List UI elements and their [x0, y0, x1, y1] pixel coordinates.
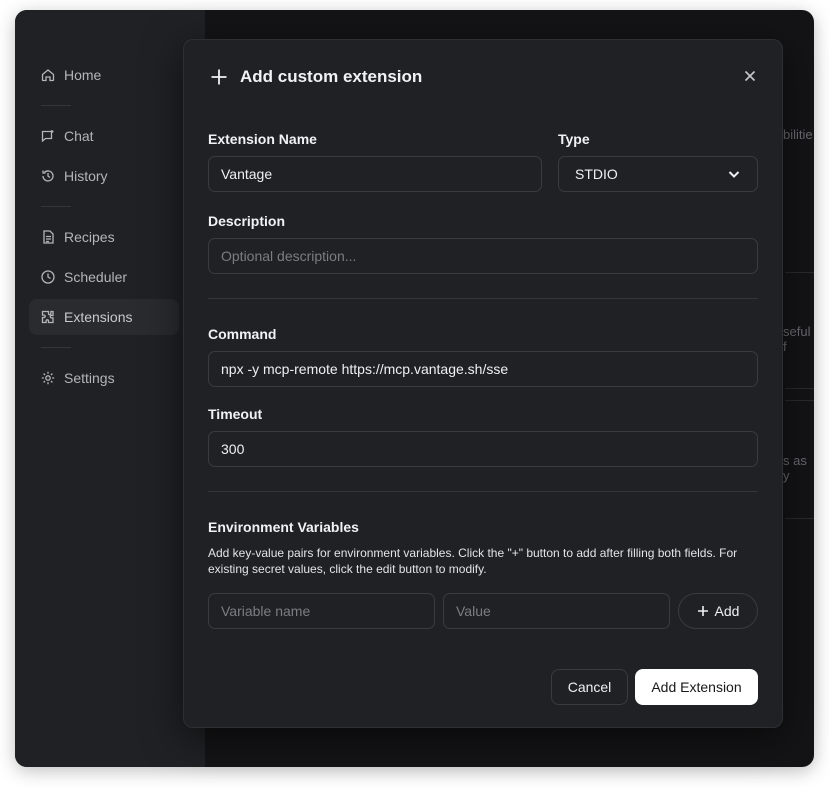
sidebar-item-scheduler[interactable]: Scheduler	[29, 259, 179, 295]
type-select-value: STDIO	[575, 166, 618, 182]
background-divider	[785, 400, 814, 401]
nav-divider	[41, 105, 71, 106]
cancel-button[interactable]: Cancel	[551, 669, 628, 705]
background-divider	[785, 388, 814, 389]
dialog-header: Add custom extension	[210, 67, 422, 87]
sidebar-item-home[interactable]: Home	[29, 57, 179, 93]
sidebar-item-settings[interactable]: Settings	[29, 360, 179, 396]
type-select[interactable]: STDIO	[558, 156, 758, 192]
dialog-title: Add custom extension	[240, 67, 423, 86]
sidebar-item-history[interactable]: History	[29, 158, 179, 194]
plus-icon	[697, 606, 708, 616]
nav-divider	[41, 206, 71, 207]
puzzle-icon	[41, 310, 54, 324]
gear-icon	[41, 371, 55, 385]
sidebar-item-label: History	[64, 168, 108, 184]
type-label: Type	[558, 131, 590, 147]
background-divider	[785, 518, 814, 519]
sidebar-item-extensions[interactable]: Extensions	[29, 299, 179, 335]
command-input[interactable]	[208, 351, 758, 387]
sidebar-item-label: Settings	[64, 370, 115, 386]
command-label: Command	[208, 326, 277, 342]
sidebar-item-label: Chat	[64, 128, 94, 144]
home-icon	[41, 69, 55, 82]
chevron-down-icon	[728, 171, 740, 178]
background-text: seful f	[783, 324, 811, 354]
env-vars-help-text: Add key-value pairs for environment vari…	[208, 546, 738, 576]
background-text: bilitie	[783, 127, 813, 142]
description-input[interactable]	[208, 238, 758, 274]
sidebar-item-label: Recipes	[64, 229, 115, 245]
description-label: Description	[208, 213, 286, 229]
plus-icon	[211, 69, 227, 85]
sidebar-item-label: Home	[64, 67, 102, 83]
sidebar-item-label: Scheduler	[64, 269, 128, 285]
history-icon	[42, 170, 54, 182]
chat-icon	[41, 130, 54, 143]
add-extension-button[interactable]: Add Extension	[635, 669, 758, 705]
close-icon[interactable]	[742, 68, 758, 84]
add-variable-button[interactable]: Add	[678, 593, 758, 629]
sidebar-item-label: Extensions	[64, 309, 133, 325]
section-divider	[208, 491, 758, 492]
section-divider	[208, 298, 758, 299]
background-divider	[785, 272, 814, 273]
add-extension-dialog: Add custom extension Extension Name Type…	[183, 39, 783, 728]
background-text: s as y	[783, 453, 807, 483]
sidebar-item-recipes[interactable]: Recipes	[29, 219, 179, 255]
timeout-label: Timeout	[208, 406, 263, 422]
variable-name-input[interactable]	[208, 593, 435, 629]
clock-icon	[41, 270, 55, 284]
add-variable-label: Add	[714, 603, 740, 619]
variable-value-input[interactable]	[443, 593, 670, 629]
env-vars-title: Environment Variables	[208, 519, 359, 535]
sidebar: Home Chat History Recipes Scheduler Exte…	[15, 10, 205, 767]
timeout-input[interactable]	[208, 431, 758, 467]
extension-name-input[interactable]	[208, 156, 542, 192]
sidebar-item-chat[interactable]: Chat	[29, 118, 179, 154]
recipe-icon	[43, 230, 54, 244]
nav-divider	[41, 347, 71, 348]
extension-name-label: Extension Name	[208, 131, 317, 147]
